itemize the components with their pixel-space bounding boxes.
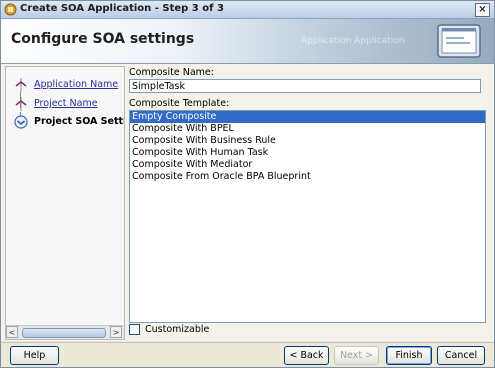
steps-list: Application Name Project Name Project SO… <box>6 67 124 317</box>
window-title: Create SOA Application - Step 3 of 3 <box>20 3 224 14</box>
next-button[interactable]: Next > <box>334 346 379 365</box>
finish-button[interactable]: Finish <box>386 346 432 365</box>
cancel-button[interactable]: Cancel <box>437 346 485 365</box>
wizard-header: Configure SOA settings Application Appli… <box>1 19 494 64</box>
close-button[interactable]: × <box>475 3 490 17</box>
help-button[interactable]: Help <box>10 346 59 365</box>
composite-template-list[interactable]: Empty Composite Composite With BPEL Comp… <box>129 110 486 323</box>
step-done-icon <box>15 97 27 111</box>
button-bar: Help < Back Next > Finish Cancel <box>1 342 494 367</box>
list-item-business-rule[interactable]: Composite With Business Rule <box>130 135 485 147</box>
list-item-bpel[interactable]: Composite With BPEL <box>130 123 485 135</box>
wizard-window: Create SOA Application - Step 3 of 3 × C… <box>0 0 495 368</box>
horizontal-scrollbar[interactable]: < > <box>6 325 124 339</box>
wizard-window-icon <box>437 24 481 58</box>
page-title: Configure SOA settings <box>11 31 195 47</box>
wizard-body: Application Name Project Name Project SO… <box>1 64 494 341</box>
back-button[interactable]: < Back <box>284 346 329 365</box>
customizable-checkbox[interactable] <box>129 324 140 335</box>
steps-panel: Application Name Project Name Project SO… <box>5 66 125 340</box>
current-step-icon <box>14 115 28 129</box>
header-watermark: Application Application <box>301 36 405 46</box>
step-label[interactable]: Application Name <box>34 79 118 90</box>
scrollbar-thumb[interactable] <box>22 328 106 338</box>
list-item-bpa-blueprint[interactable]: Composite From Oracle BPA Blueprint <box>130 171 485 183</box>
list-item-human-task[interactable]: Composite With Human Task <box>130 147 485 159</box>
step-label: Project SOA Settings <box>34 116 124 127</box>
scroll-right-button[interactable]: > <box>110 326 122 338</box>
list-item-mediator[interactable]: Composite With Mediator <box>130 159 485 171</box>
step-label[interactable]: Project Name <box>34 98 98 109</box>
list-item-empty-composite[interactable]: Empty Composite <box>130 111 485 123</box>
composite-name-label: Composite Name: <box>129 67 214 78</box>
title-bar[interactable]: Create SOA Application - Step 3 of 3 × <box>1 1 494 19</box>
customizable-label[interactable]: Customizable <box>145 324 209 335</box>
scroll-left-button[interactable]: < <box>6 326 18 338</box>
composite-template-label: Composite Template: <box>129 98 230 109</box>
composite-name-input[interactable]: SimpleTask <box>129 79 481 93</box>
soa-app-icon <box>4 3 17 16</box>
step-done-icon <box>15 78 27 92</box>
settings-panel: Composite Name: SimpleTask Composite Tem… <box>127 64 489 341</box>
